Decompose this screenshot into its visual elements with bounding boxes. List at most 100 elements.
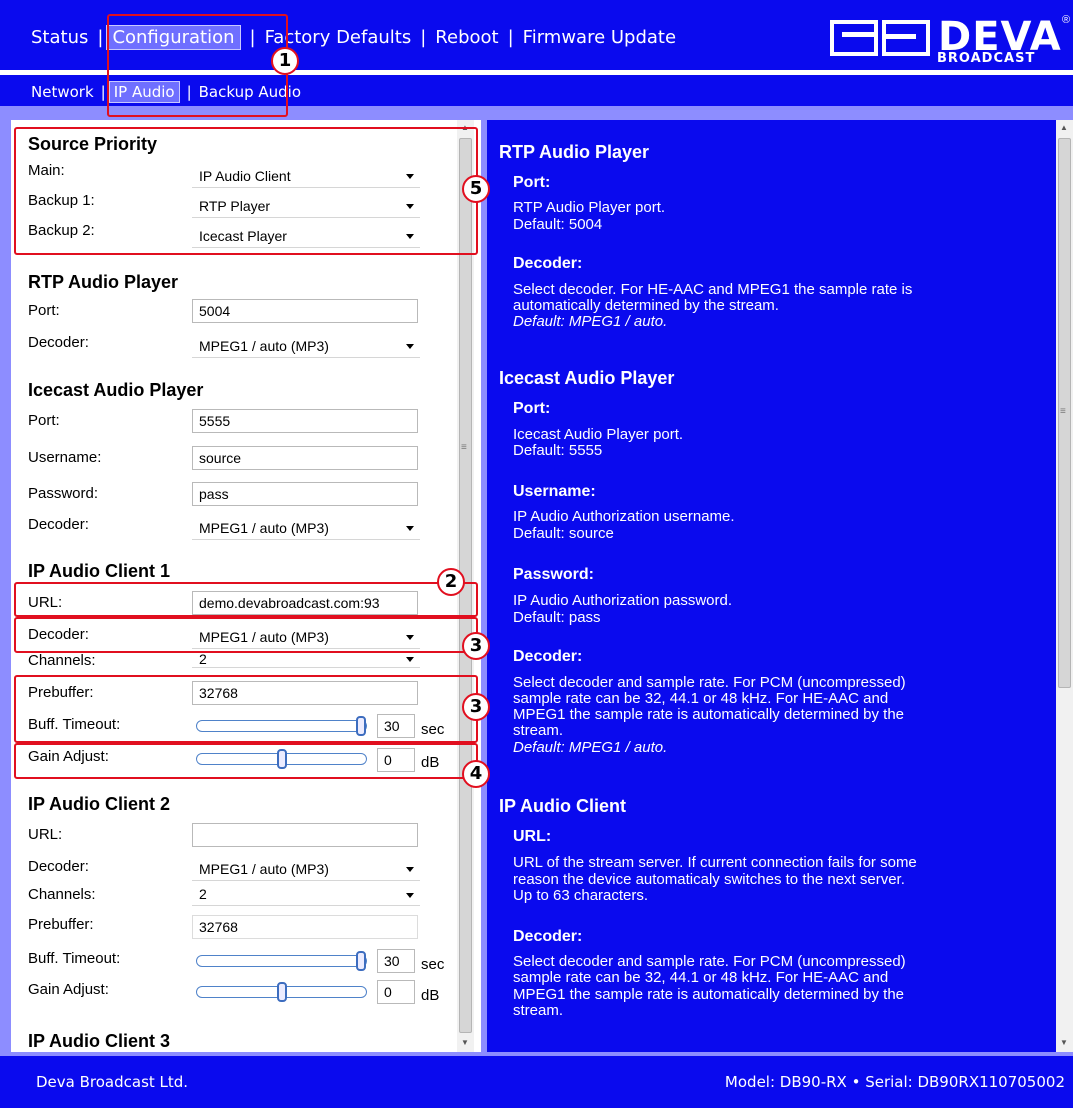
select-value: MPEG1 / auto (MP3) — [199, 520, 329, 536]
rtp-port-input[interactable]: 5004 — [192, 299, 418, 323]
help-heading-decoder: Decoder: — [513, 928, 583, 945]
help-text: Select decoder and sample rate. For PCM … — [513, 953, 906, 970]
help-text: Icecast Audio Player port. — [513, 426, 684, 443]
dropdown-arrow-icon — [406, 526, 414, 531]
nav-separator: | — [420, 27, 427, 48]
rtp-decoder-select[interactable]: MPEG1 / auto (MP3) — [192, 334, 420, 358]
select-value: MPEG1 / auto (MP3) — [199, 338, 329, 354]
icecast-password-input[interactable]: pass — [192, 482, 418, 506]
annotation-badge-2: 2 — [437, 568, 465, 596]
client2-channels-select[interactable]: 2 — [192, 885, 420, 906]
annotation-badge-5: 5 — [462, 175, 490, 203]
highlight-box-3b — [14, 675, 478, 743]
client2-prebuffer-input[interactable]: 32768 — [192, 915, 418, 939]
select-value: 2 — [199, 886, 207, 902]
slider-handle[interactable] — [356, 951, 366, 971]
help-text: sample rate can be 32, 44.1 or 48 kHz. F… — [513, 690, 889, 707]
help-text: RTP Audio Player port. — [513, 199, 666, 216]
slider-handle[interactable] — [277, 982, 287, 1002]
rtp-port-label: Port: — [28, 302, 60, 319]
nav-firmware-update[interactable]: Firmware Update — [523, 27, 676, 48]
client2-decoder-label: Decoder: — [28, 858, 89, 875]
dropdown-arrow-icon — [406, 657, 414, 662]
icecast-decoder-label: Decoder: — [28, 516, 89, 533]
client2-url-label: URL: — [28, 826, 63, 843]
client2-gain-label: Gain Adjust: — [28, 981, 109, 998]
highlight-box-4 — [14, 743, 478, 779]
client2-timeout-unit: sec — [421, 956, 445, 973]
client2-url-input[interactable] — [192, 823, 418, 847]
dropdown-arrow-icon — [406, 344, 414, 349]
client2-channels-label: Channels: — [28, 886, 96, 903]
help-text: automatically determined by the stream. — [513, 297, 779, 314]
registered-mark: ® — [1062, 14, 1071, 26]
help-text: stream. — [513, 722, 564, 739]
client2-timeout-value[interactable]: 30 — [377, 949, 415, 973]
section-title-client1: IP Audio Client 1 — [28, 561, 171, 581]
help-heading-decoder: Decoder: — [513, 255, 583, 272]
logo-mark-icon — [830, 20, 930, 56]
help-title-rtp: RTP Audio Player — [499, 142, 650, 162]
help-text: MPEG1 the sample rate is automatically d… — [513, 706, 905, 723]
grip-icon: ≡ — [1060, 406, 1066, 417]
select-value: 2 — [199, 651, 207, 667]
help-text: IP Audio Authorization username. — [513, 508, 735, 525]
help-default: Default: MPEG1 / auto. — [513, 313, 668, 330]
client2-gain-unit: dB — [421, 987, 440, 1004]
help-text: Default: 5555 — [513, 442, 603, 459]
help-text: Up to 63 characters. — [513, 887, 649, 904]
help-text: stream. — [513, 1002, 564, 1019]
icecast-password-label: Password: — [28, 485, 99, 502]
annotation-badge-4: 4 — [462, 760, 490, 788]
help-heading-decoder: Decoder: — [513, 648, 583, 665]
help-text: Default: 5004 — [513, 216, 603, 233]
help-text: Select decoder and sample rate. For PCM … — [513, 674, 906, 691]
help-text: MPEG1 the sample rate is automatically d… — [513, 986, 905, 1003]
client1-channels-select[interactable]: 2 — [192, 651, 420, 668]
icecast-username-input[interactable]: source — [192, 446, 418, 470]
annotation-badge-1: 1 — [271, 47, 299, 75]
help-heading-port: Port: — [513, 174, 551, 191]
logo-subtitle: BROADCAST — [937, 51, 1036, 66]
icecast-port-label: Port: — [28, 412, 60, 429]
help-text: IP Audio Authorization password. — [513, 592, 733, 609]
scroll-up-icon[interactable]: ▲ — [1060, 123, 1068, 132]
annotation-badge-3b: 3 — [462, 693, 490, 721]
help-default: Default: MPEG1 / auto. — [513, 739, 668, 756]
scroll-down-icon[interactable]: ▼ — [461, 1038, 469, 1047]
icecast-port-input[interactable]: 5555 — [192, 409, 418, 433]
help-text: Select decoder. For HE-AAC and MPEG1 the… — [513, 281, 913, 298]
help-text: sample rate can be 32, 44.1 or 48 kHz. F… — [513, 969, 889, 986]
client2-timeout-slider[interactable] — [196, 951, 367, 971]
client2-gain-slider[interactable] — [196, 982, 367, 1002]
client2-prebuffer-label: Prebuffer: — [28, 916, 94, 933]
help-text: URL of the stream server. If current con… — [513, 854, 917, 871]
help-panel: RTP Audio Player Port: RTP Audio Player … — [487, 120, 1073, 1052]
help-text: reason the device automaticaly switches … — [513, 871, 905, 888]
highlight-box-2 — [14, 582, 478, 617]
help-title-icecast: Icecast Audio Player — [499, 368, 675, 388]
dropdown-arrow-icon — [406, 893, 414, 898]
nav-separator: | — [100, 83, 106, 101]
client2-decoder-select[interactable]: MPEG1 / auto (MP3) — [192, 857, 420, 881]
subnav-network[interactable]: Network — [31, 83, 94, 101]
client2-gain-value[interactable]: 0 — [377, 980, 415, 1004]
footer-model-serial: Model: DB90-RX • Serial: DB90RX110705002 — [724, 1073, 1065, 1091]
scroll-down-icon[interactable]: ▼ — [1060, 1038, 1068, 1047]
help-text: Default: pass — [513, 609, 601, 626]
select-value: MPEG1 / auto (MP3) — [199, 861, 329, 877]
icecast-decoder-select[interactable]: MPEG1 / auto (MP3) — [192, 516, 420, 540]
section-title-icecast: Icecast Audio Player — [28, 380, 204, 400]
icecast-username-label: Username: — [28, 449, 102, 466]
nav-separator: | — [97, 27, 104, 48]
highlight-box-1 — [107, 14, 288, 117]
help-scrollbar[interactable]: ▲ ≡ ▼ — [1056, 120, 1073, 1052]
help-heading-password: Password: — [513, 566, 594, 583]
help-heading-port: Port: — [513, 400, 551, 417]
nav-status[interactable]: Status — [31, 27, 88, 48]
section-title-client3: IP Audio Client 3 — [28, 1031, 171, 1051]
deva-logo: DEVA BROADCAST ® — [830, 14, 1073, 66]
annotation-badge-3a: 3 — [462, 632, 490, 660]
nav-reboot[interactable]: Reboot — [435, 27, 498, 48]
dropdown-arrow-icon — [406, 867, 414, 872]
